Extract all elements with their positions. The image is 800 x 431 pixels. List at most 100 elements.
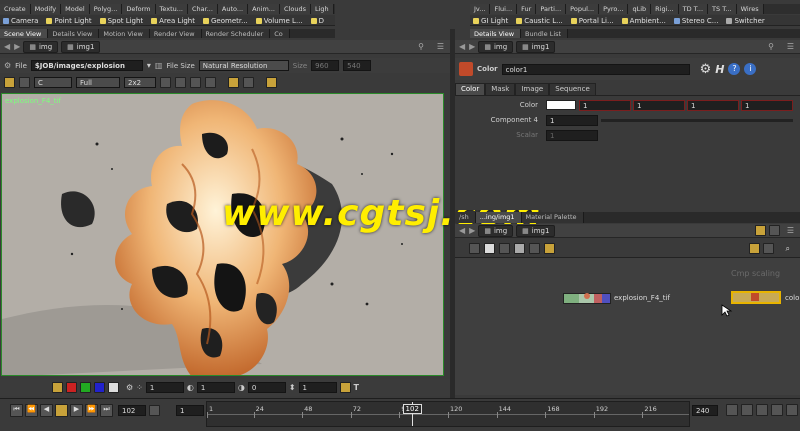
color-correct-icon[interactable] [52,382,63,393]
pane-tab[interactable]: Material Palette [521,212,584,223]
file-path-field[interactable]: $JOB/images/explosion [30,60,143,71]
pane-tab[interactable]: Details View [48,29,100,38]
shelf-tool[interactable]: Stereo C... [671,15,724,25]
shelf-tab[interactable]: Parti... [536,4,567,14]
shelf-tool[interactable]: Switcher [723,15,769,25]
realtime-icon[interactable] [771,404,783,416]
scalar-field[interactable]: 1 [546,130,598,141]
goto-end-icon[interactable]: ⏭ [100,404,113,417]
current-frame-field[interactable]: 102 [118,405,146,416]
shelf-tab[interactable]: Wires [736,4,764,14]
pane-tab[interactable]: Render Scheduler [201,29,271,38]
pane-tab[interactable]: Co [270,29,290,38]
offset-field[interactable]: 0 [247,382,286,393]
shelf-tab[interactable]: Popul... [566,4,600,14]
audio-icon[interactable] [726,404,738,416]
list-mode-icon[interactable] [469,243,480,254]
step-forward-icon[interactable]: ⏩ [85,404,98,417]
pane-tab[interactable]: ...ing/img1 [475,212,522,223]
stop-icon[interactable] [55,404,68,417]
pane-tab[interactable]: Bundle List [521,29,569,38]
color-a-field[interactable]: 1 [741,100,793,111]
green-channel-icon[interactable] [80,382,91,393]
contrast-icon[interactable]: ◐ [187,383,194,392]
shelf-tab[interactable]: Jv... [470,4,491,14]
component-field[interactable]: 1 [546,115,598,126]
play-reverse-icon[interactable]: ◀ [40,404,53,417]
grid-mode-icon[interactable] [499,243,510,254]
shelf-tool[interactable]: Volume L... [253,15,308,25]
quality-dropdown[interactable]: Full [76,77,120,88]
size-width-field[interactable]: 960 [311,60,340,71]
param-tab[interactable]: Sequence [549,83,596,95]
shelf-tool[interactable]: Ambient... [619,15,671,25]
step-field[interactable]: 1 [176,405,204,416]
flipbook-icon[interactable] [190,77,201,88]
shelf-tool[interactable]: D [308,15,329,25]
bookmark-icon[interactable] [544,243,555,254]
shelf-tool[interactable]: Geometr... [200,15,253,25]
path-context-chip[interactable]: ▦ img [478,40,514,53]
gamma-icon[interactable]: ⬍ [289,383,296,392]
template-flag-icon[interactable] [763,243,774,254]
image-viewer[interactable]: explosion_F4_tif [1,93,444,376]
gamma-field[interactable]: 1 [298,382,337,393]
resolution-dropdown[interactable]: Natural Resolution [198,60,289,71]
global-anim-icon[interactable] [756,404,768,416]
shelf-tab[interactable]: TS T... [708,4,737,14]
shelf-tab[interactable]: Anim... [248,4,280,14]
display-mode-icon[interactable] [4,77,15,88]
shelf-tab[interactable]: qLib [628,4,652,14]
shelf-tool[interactable]: Portal Li... [568,15,619,25]
network-view[interactable]: Cmp scaling explosion_F4_tif color [455,257,800,395]
gain-field[interactable]: 1 [145,382,184,393]
lut-icon[interactable] [339,382,351,393]
keyframe-icon[interactable] [741,404,753,416]
forward-arrow-icon[interactable]: ▶ [469,42,475,51]
red-channel-icon[interactable] [66,382,77,393]
path-node-chip[interactable]: ▦ img1 [61,40,101,53]
frame-step-icon[interactable] [149,405,160,416]
pane-menu-icon[interactable]: ☰ [437,42,444,51]
pane-tab[interactable]: Render View [149,29,202,38]
shelf-tool[interactable]: Point Light [43,15,96,25]
shelf-tab[interactable]: Model [61,4,90,14]
shelf-tool[interactable]: Caustic L... [513,15,568,25]
sticky-note-icon[interactable] [514,243,525,254]
shelf-tab[interactable]: Create [0,4,31,14]
back-arrow-icon[interactable]: ◀ [4,42,10,51]
shelf-tab[interactable]: Modify [30,4,62,14]
gear-icon[interactable]: ⚙ [700,62,712,77]
display-flag-icon[interactable] [749,243,760,254]
shelf-tab[interactable]: Fur [517,4,537,14]
info-icon[interactable]: i [744,63,757,75]
component-slider[interactable] [601,119,793,122]
shelf-tool[interactable]: Spot Light [97,15,149,25]
search-icon[interactable]: ⌕ [786,244,790,254]
histogram-icon[interactable] [205,77,216,88]
pane-tab[interactable]: /sh [455,212,476,223]
size-height-field[interactable]: 540 [343,60,372,71]
shelf-tab[interactable]: Deform [122,4,156,14]
pane-tab[interactable]: Motion View [99,29,150,38]
pin-icon[interactable]: ⚲ [418,42,424,51]
file-browse-icon[interactable]: ▾ [147,61,151,70]
path-node-chip[interactable]: ▦ img1 [516,40,556,53]
guide-toggle-icon[interactable] [228,77,239,88]
shelf-tab[interactable]: Ligh [310,4,334,14]
channel-dropdown[interactable]: C [34,77,72,88]
path-context-chip[interactable]: ▦ img [478,224,514,237]
path-context-chip[interactable]: ▦ img [23,40,59,53]
pane-tab[interactable]: Scene View [0,29,49,38]
zoom-icon[interactable]: ⁘ [136,383,143,392]
pane-menu-icon[interactable]: ☰ [787,226,794,235]
houdini-help-icon[interactable]: H [715,63,724,76]
forward-arrow-icon[interactable]: ▶ [14,42,20,51]
viewer-prefs-icon[interactable] [243,77,254,88]
color-g-field[interactable]: 1 [633,100,685,111]
shelf-tab[interactable]: TD T... [678,4,709,14]
color-b-field[interactable]: 1 [687,100,739,111]
text-icon[interactable]: T [354,383,359,392]
color-r-field[interactable]: 1 [579,100,631,111]
step-back-icon[interactable]: ⏪ [25,404,38,417]
